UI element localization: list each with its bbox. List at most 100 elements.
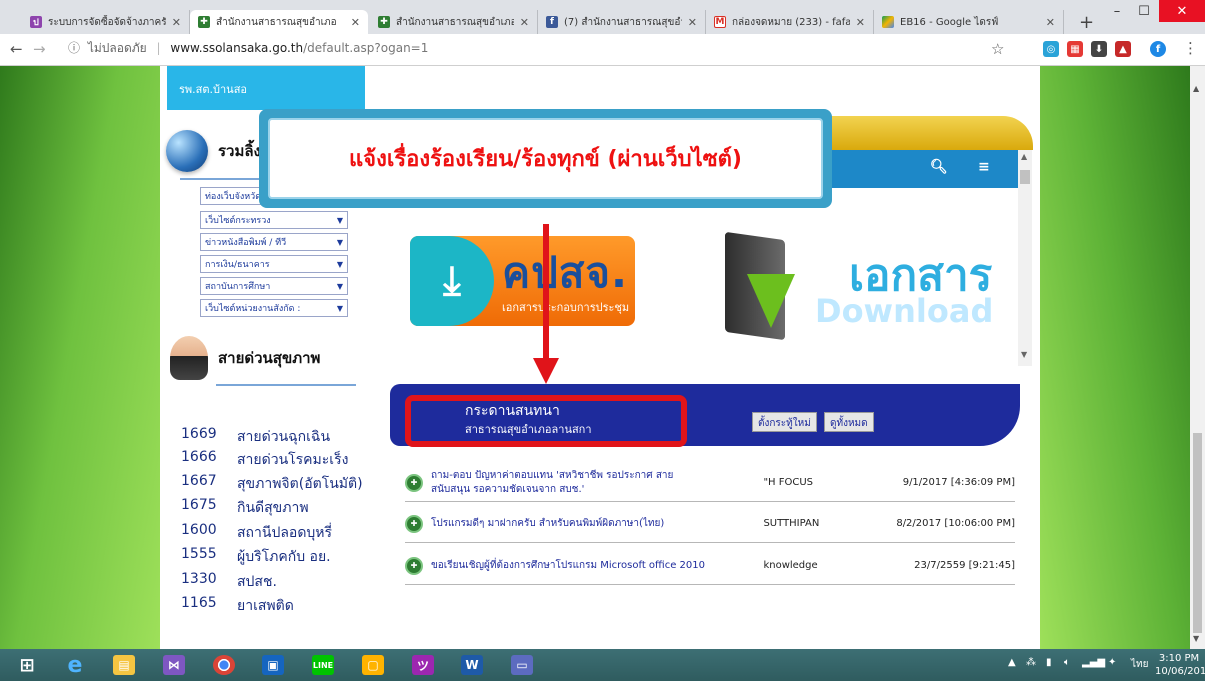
hotline-heading-text: สายด่วนสุขภาพ [218, 349, 321, 367]
tray-app-icon[interactable]: ⁂ [1026, 657, 1036, 668]
minimize-button[interactable]: – [1104, 0, 1130, 22]
link-select-news[interactable]: ข่าวหนังสือพิมพ์ / ทีวี ▼ [200, 233, 348, 251]
browser-tab-2[interactable]: ✚ สำนักงานสาธารณสุขอำเภอ ✕ [190, 10, 368, 34]
search-icon[interactable]: 🔍︎ [930, 159, 948, 175]
topic-title[interactable]: โปรแกรมดีๆ มาฝากครับ สำหรับคนพิมพ์ผิดภาษ… [431, 517, 705, 531]
network-signal-icon[interactable]: ▂▄▆ [1082, 657, 1105, 668]
tray-overflow-icon[interactable]: ▲ [1008, 657, 1016, 668]
download-icon[interactable]: ⬇ [1091, 41, 1107, 57]
system-clock[interactable]: 3:10 PM 10/06/2019 [1155, 652, 1205, 678]
topic-author: "H FOCUS [763, 477, 814, 488]
profile-avatar[interactable]: f [1150, 41, 1166, 57]
language-indicator[interactable]: ไทย [1131, 657, 1148, 672]
security-label: ไม่ปลอดภัย [87, 41, 147, 55]
maximize-button[interactable]: ☐ [1130, 0, 1158, 22]
link-select-agency[interactable]: เว็บไซต์หน่วยงานสังกัด : ▼ [200, 299, 348, 317]
volume-icon[interactable]: 🔈︎ [1064, 657, 1070, 668]
hotline-row: 1600 สถานีปลอดบุหรี่ [181, 522, 333, 541]
meeting-documents-banner[interactable]: ⤓ คปสจ. เอกสารประกอบการประชุม [410, 236, 635, 326]
annotation-highlight-box [405, 395, 687, 447]
divider [216, 384, 356, 386]
browser-tab-4[interactable]: f (7) สำนักงานสาธารณสุขอำ ✕ [538, 10, 706, 34]
link-select-finance[interactable]: การเงิน/ธนาคาร ▼ [200, 255, 348, 273]
banner-title: คปสจ. [502, 248, 628, 297]
topic-title[interactable]: ถาม-ตอบ ปัญหาค่าตอบแทน 'สหวิชาชีพ รอประก… [431, 469, 705, 497]
banner-subtitle: เอกสารประกอบการประชุม [502, 301, 630, 314]
forum-topic-row[interactable]: ✚ โปรแกรมดีๆ มาฝากครับ สำหรับคนพิมพ์ผิดภ… [405, 505, 1015, 543]
nurse-icon [170, 336, 208, 380]
hamburger-menu-icon[interactable]: ≡ [978, 159, 990, 175]
line-taskbar-icon[interactable]: LINE [306, 652, 340, 678]
close-tab-icon[interactable]: ✕ [520, 16, 529, 29]
app-taskbar-icon[interactable]: ツ [406, 652, 440, 678]
close-tab-icon[interactable]: ✕ [688, 16, 697, 29]
links-heading: รวมลิ้งค์ [166, 130, 271, 172]
bookmark-star-icon[interactable]: ☆ [991, 40, 1004, 58]
browser-tab-1[interactable]: ป ระบบการจัดซื้อจัดจ้างภาครัฐ ✕ [22, 10, 190, 34]
windows-taskbar: ⊞ e ▤ ⋈ ▣ LINE ▢ ツ W ▭ ▲ ⁂ ▮ 🔈︎ ▂▄▆ ✦ ไท… [0, 649, 1205, 681]
hotline-row: 1675 กินดีสุขภาพ [181, 497, 309, 516]
globe-icon [166, 130, 208, 172]
info-icon[interactable]: ⓘ [68, 41, 80, 55]
moph-icon: ✚ [378, 16, 390, 28]
link-select-education[interactable]: สถาบันการศึกษา ▼ [200, 277, 348, 295]
tab-title: กล่องจดหมาย (233) - fafal [732, 16, 850, 28]
browser-tab-5[interactable]: M กล่องจดหมาย (233) - fafal ✕ [706, 10, 874, 34]
tab-title: EB16 - Google ไดรฟ์ [900, 16, 999, 28]
browser-tab-strip: ป ระบบการจัดซื้อจัดจ้างภาครัฐ ✕ ✚ สำนักง… [0, 0, 1205, 34]
extension-icon[interactable]: ▦ [1067, 41, 1083, 57]
page-scrollbar[interactable]: ▲ ▼ [1190, 66, 1205, 649]
file-explorer-taskbar-icon[interactable]: ▤ [107, 652, 141, 678]
topic-title[interactable]: ขอเรียนเชิญผู้ที่ต้องการศึกษาโปรแกรม Mic… [431, 559, 705, 573]
forward-icon[interactable]: → [33, 40, 46, 58]
chrome-taskbar-icon[interactable] [207, 652, 241, 678]
facebook-icon: f [546, 16, 558, 28]
app-taskbar-icon[interactable]: ▭ [505, 652, 539, 678]
menu-kebab-icon[interactable]: ⋮ [1183, 39, 1198, 57]
view-all-button[interactable]: ดูทั้งหมด [824, 412, 874, 432]
new-tab-button[interactable]: + [1079, 12, 1094, 33]
address-bar[interactable]: ⓘ ไม่ปลอดภัย | www.ssolansaka.go.th/defa… [68, 39, 428, 58]
documents-download-banner[interactable]: เอกสาร Download [725, 231, 997, 341]
hotline-heading: สายด่วนสุขภาพ [170, 336, 320, 380]
hospital-link[interactable]: รพ.สต.บ้านสอ [167, 66, 365, 110]
url-host: www.ssolansaka.go.th [170, 41, 304, 55]
topic-author: SUTTHIPAN [763, 518, 820, 529]
hotline-row: 1667 สุขภาพจิต(อัตโนมัติ) [181, 473, 363, 492]
tab-title: (7) สำนักงานสาธารณสุขอำ [564, 16, 682, 28]
word-taskbar-icon[interactable]: W [455, 652, 489, 678]
close-window-button[interactable]: ✕ [1159, 0, 1205, 22]
link-select-ministry[interactable]: เว็บไซต์กระทรวง ▼ [200, 211, 348, 229]
drive-icon [882, 16, 894, 28]
tray-app-icon[interactable]: ✦ [1108, 657, 1116, 668]
moph-logo-icon: ✚ [405, 556, 423, 575]
start-button[interactable]: ⊞ [10, 652, 44, 678]
battery-icon[interactable]: ▮ [1046, 657, 1052, 668]
forum-topic-row[interactable]: ✚ ถาม-ตอบ ปัญหาค่าตอบแทน 'สหวิชาชีพ รอปร… [405, 464, 1015, 502]
browser-tab-6[interactable]: EB16 - Google ไดรฟ์ ✕ [874, 10, 1064, 34]
tab-title: ระบบการจัดซื้อจัดจ้างภาครัฐ [48, 16, 166, 28]
inner-scrollbar[interactable]: ▲ ▼ [1018, 150, 1032, 366]
topic-date: 8/2/2017 [10:06:00 PM] [896, 518, 1015, 529]
callout-text: แจ้งเรื่องร้องเรียน/ร้องทุกข์ (ผ่านเว็บไ… [268, 118, 823, 199]
topic-date: 9/1/2017 [4:36:09 PM] [902, 477, 1015, 488]
background-decoration [1040, 66, 1190, 649]
back-icon[interactable]: ← [10, 40, 23, 58]
extension-icon[interactable]: ◎ [1043, 41, 1059, 57]
annotation-arrow-head [533, 358, 559, 384]
ie-taskbar-icon[interactable]: e [58, 652, 92, 678]
app-taskbar-icon[interactable]: ▢ [356, 652, 390, 678]
url-path: /default.asp?ogan=1 [303, 41, 429, 55]
app-taskbar-icon[interactable]: ⋈ [157, 652, 191, 678]
close-tab-icon[interactable]: ✕ [351, 16, 360, 29]
gmail-icon: M [714, 16, 726, 28]
pdf-extension-icon[interactable]: ▲ [1115, 41, 1131, 57]
close-tab-icon[interactable]: ✕ [172, 16, 181, 29]
forum-topic-row[interactable]: ✚ ขอเรียนเชิญผู้ที่ต้องการศึกษาโปรแกรม M… [405, 547, 1015, 585]
close-tab-icon[interactable]: ✕ [856, 16, 865, 29]
new-topic-button[interactable]: ตั้งกระทู้ใหม่ [752, 412, 817, 432]
download-icon: ⤓ [410, 236, 494, 326]
close-tab-icon[interactable]: ✕ [1046, 16, 1055, 29]
app-taskbar-icon[interactable]: ▣ [256, 652, 290, 678]
browser-tab-3[interactable]: ✚ สำนักงานสาธารณสุขอำเภอ ✕ [370, 10, 538, 34]
